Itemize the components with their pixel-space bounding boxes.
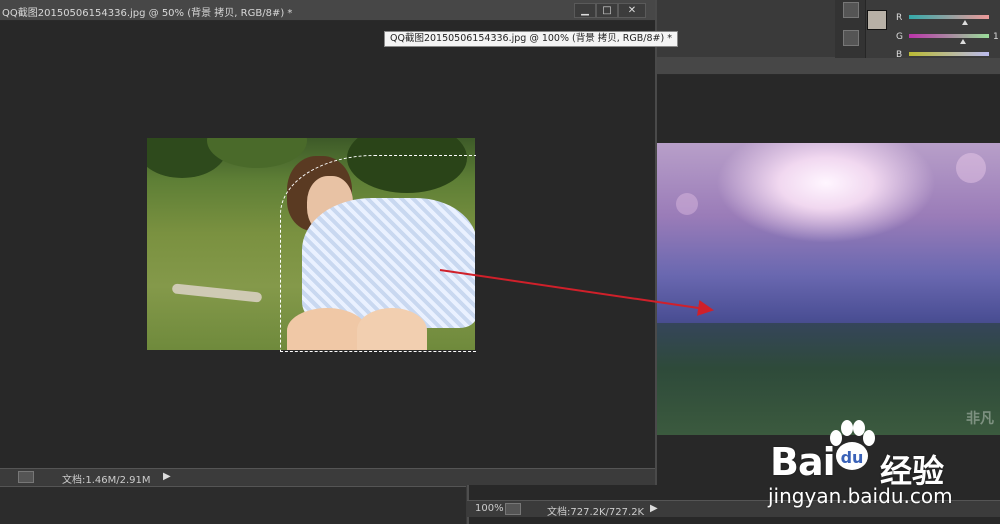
color-panel-icon[interactable] — [843, 2, 859, 18]
channel-label-b: B — [896, 50, 903, 60]
slider-g-track[interactable] — [909, 34, 989, 38]
slider-b-track[interactable] — [909, 52, 989, 56]
channel-label-g: G — [896, 32, 903, 42]
slider-g-thumb[interactable] — [960, 39, 966, 44]
swatches-panel-icon[interactable] — [843, 30, 859, 46]
foreground-color-swatch[interactable] — [867, 10, 887, 30]
channel-value-partial: 1 — [993, 32, 999, 42]
slider-r-thumb[interactable] — [962, 20, 968, 25]
slider-r-track[interactable] — [909, 15, 989, 19]
channel-label-r: R — [896, 13, 903, 23]
panel-icon-strip — [835, 0, 866, 58]
baidu-paw-icon: du — [830, 420, 875, 470]
svg-text:du: du — [841, 448, 864, 467]
watermark-url: jingyan.baidu.com — [768, 484, 953, 508]
arrow-line — [439, 269, 714, 316]
watermark-brand-left: Bai — [770, 440, 836, 484]
